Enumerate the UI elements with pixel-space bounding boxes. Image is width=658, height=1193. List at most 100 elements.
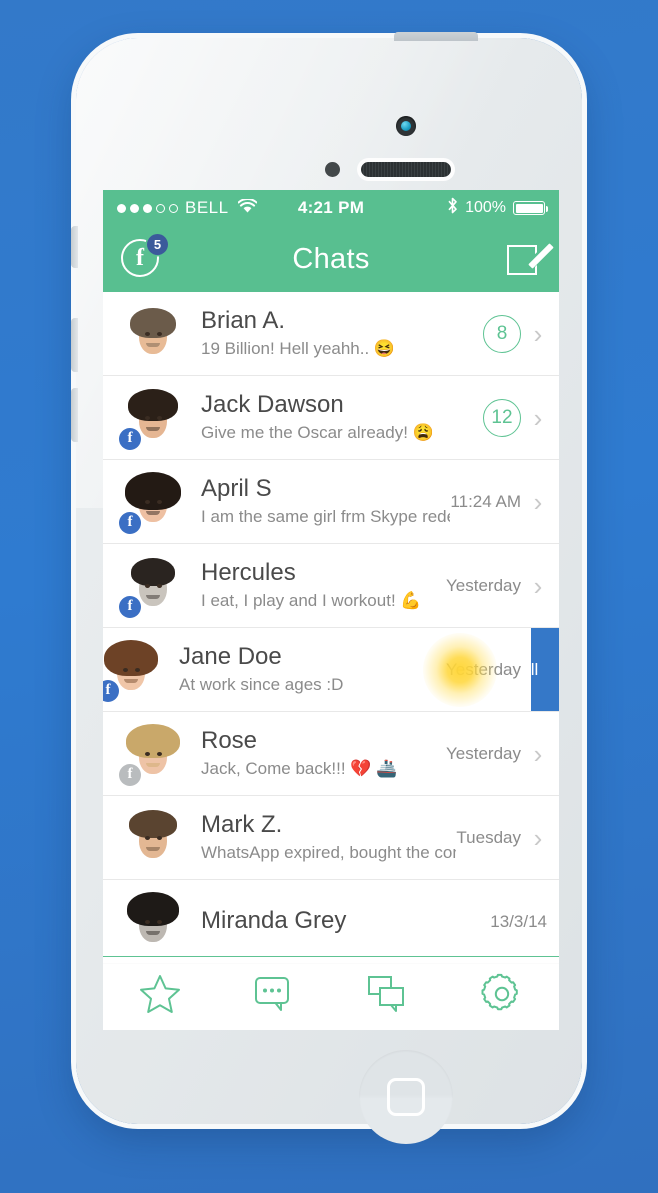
chat-contact-name: Miranda Grey [201,907,347,935]
nav-bar: f 5 Chats [103,226,559,292]
avatar[interactable]: f [119,386,185,450]
facebook-badge-icon: f [119,763,141,786]
chat-row-miranda-grey[interactable]: Miranda Grey 13/3/14 [103,880,559,964]
chat-text-block: Mark Z. WhatsApp expired, bought the com… [185,811,456,863]
volume-up-button[interactable] [71,318,78,372]
mute-switch[interactable] [71,226,78,268]
avatar[interactable]: f [119,470,185,534]
clock-label: 4:21 PM [297,198,365,217]
chat-row-april-s[interactable]: f April S I am the same girl frm Skype r… [103,460,559,544]
chat-row-brian-a[interactable]: Brian A. 19 Billion! Hell yeahh.. 😆 8 › [103,292,559,376]
chat-preview-message: 19 Billion! Hell yeahh.. 😆 [201,338,396,358]
chat-contact-name: Jack Dawson [201,391,344,419]
chat-contact-name: April S [201,475,272,503]
chat-text-block: Jane Doe At work since ages :D [163,643,446,695]
status-bar-left: BELL [117,197,298,218]
battery-percent-label: 100% [465,199,507,216]
chat-preview-message: At work since ages :D [179,674,344,694]
home-button[interactable] [359,1050,453,1144]
chat-text-block: April S I am the same girl frm Skype red… [185,475,450,527]
chat-timestamp: Yesterday [446,575,521,595]
chat-row-meta: 13/3/14 [490,912,547,932]
chevron-right-icon[interactable]: › [529,741,547,767]
status-bar-right: 100% [364,197,549,219]
avatar[interactable] [121,806,185,870]
avatar[interactable] [121,302,185,366]
tab-groups[interactable] [331,957,445,1030]
avatar[interactable]: f [119,722,185,786]
chat-row-hercules[interactable]: f Hercules I eat, I play and I workout! … [103,544,559,628]
earpiece-speaker-icon [361,162,451,177]
chevron-right-icon[interactable]: › [529,573,547,599]
chat-list[interactable]: Brian A. 19 Billion! Hell yeahh.. 😆 8 › f… [103,292,559,964]
chat-row-jane-doe[interactable]: f Jane Doe At work since ages :D Yesterd… [103,628,559,712]
chat-row-meta: Yesterday › [446,741,547,767]
tab-messages[interactable] [217,957,331,1030]
status-bar: BELL 4:21 PM 100% [103,190,559,226]
chevron-right-icon[interactable]: › [529,321,547,347]
chat-contact-name: Hercules [201,559,296,587]
chat-text-block: Hercules I eat, I play and I workout! 💪 [185,559,446,611]
tab-favorites[interactable] [103,957,217,1030]
chat-contact-name: Rose [201,727,258,755]
gear-icon [481,973,523,1015]
unread-count-badge: 12 [483,398,521,437]
volume-down-button[interactable] [71,388,78,442]
chat-text-block: Rose Jack, Come back!!! 💔 🚢 [185,727,446,779]
chat-row-meta: 8 › [483,314,547,353]
chat-row-meta: 12 › [483,398,547,437]
unread-count-badge: 8 [483,314,521,353]
tab-settings[interactable] [445,957,559,1030]
chat-text-block: Miranda Grey [185,907,490,935]
battery-icon [513,201,549,215]
avatar[interactable] [121,890,185,954]
chat-preview-message: Jack, Come back!!! 💔 🚢 [201,758,398,778]
front-camera-icon [396,116,416,136]
compose-icon[interactable] [507,242,554,276]
chat-row-meta: Tuesday › [456,825,547,851]
chat-bubble-dots-icon [254,975,294,1013]
chat-row-meta: Yesterday › [446,573,547,599]
tab-bar [103,956,559,1030]
double-chat-bubble-icon [367,975,409,1013]
chat-preview-message: WhatsApp expired, bought the company [201,842,456,862]
phone-screen: BELL 4:21 PM 100% f 5 Chats Brian A. 19 … [103,190,559,1030]
wifi-icon [237,197,257,218]
carrier-label: BELL [185,198,229,217]
chat-text-block: Brian A. 19 Billion! Hell yeahh.. 😆 [185,307,483,359]
home-button-square-icon [387,1078,425,1116]
chat-timestamp: Yesterday [446,743,521,763]
chat-preview-message: Give me the Oscar already! 😩 [201,422,434,442]
facebook-badge-icon: f [119,595,141,618]
chat-timestamp: 11:24 AM [450,491,521,511]
chat-timestamp: 13/3/14 [490,911,547,931]
chat-contact-name: Mark Z. [201,811,283,839]
proximity-sensor-icon [325,162,340,177]
chat-contact-name: Jane Doe [179,643,282,671]
signal-strength-icon [117,203,178,213]
facebook-badge-icon: f [119,511,141,534]
swipe-action-call-button[interactable]: Call [531,628,559,711]
chat-text-block: Jack Dawson Give me the Oscar already! 😩 [185,391,483,443]
chat-row-rose[interactable]: f Rose Jack, Come back!!! 💔 🚢 Yesterday › [103,712,559,796]
facebook-badge-icon: f [119,427,141,450]
facebook-badge-icon: f [103,679,119,702]
chevron-right-icon[interactable]: › [529,825,547,851]
chat-row-mark-z[interactable]: Mark Z. WhatsApp expired, bought the com… [103,796,559,880]
chevron-right-icon[interactable]: › [529,489,547,515]
chat-timestamp: Yesterday [446,659,521,679]
star-icon [138,973,182,1015]
chat-preview-message: I eat, I play and I workout! 💪 [201,590,422,610]
chat-row-meta: 11:24 AM › [450,489,547,515]
chevron-right-icon[interactable]: › [529,405,547,431]
chat-timestamp: Tuesday [456,827,521,847]
avatar[interactable]: f [103,638,163,702]
chat-row-jack-dawson[interactable]: f Jack Dawson Give me the Oscar already!… [103,376,559,460]
page-title: Chats [292,242,370,275]
power-button[interactable] [394,32,478,41]
chat-preview-message: I am the same girl frm Skype redesign! [201,506,450,526]
avatar[interactable]: f [119,554,185,618]
bluetooth-icon [447,197,458,219]
phone-device: BELL 4:21 PM 100% f 5 Chats Brian A. 19 … [71,32,582,1144]
chat-contact-name: Brian A. [201,307,286,335]
